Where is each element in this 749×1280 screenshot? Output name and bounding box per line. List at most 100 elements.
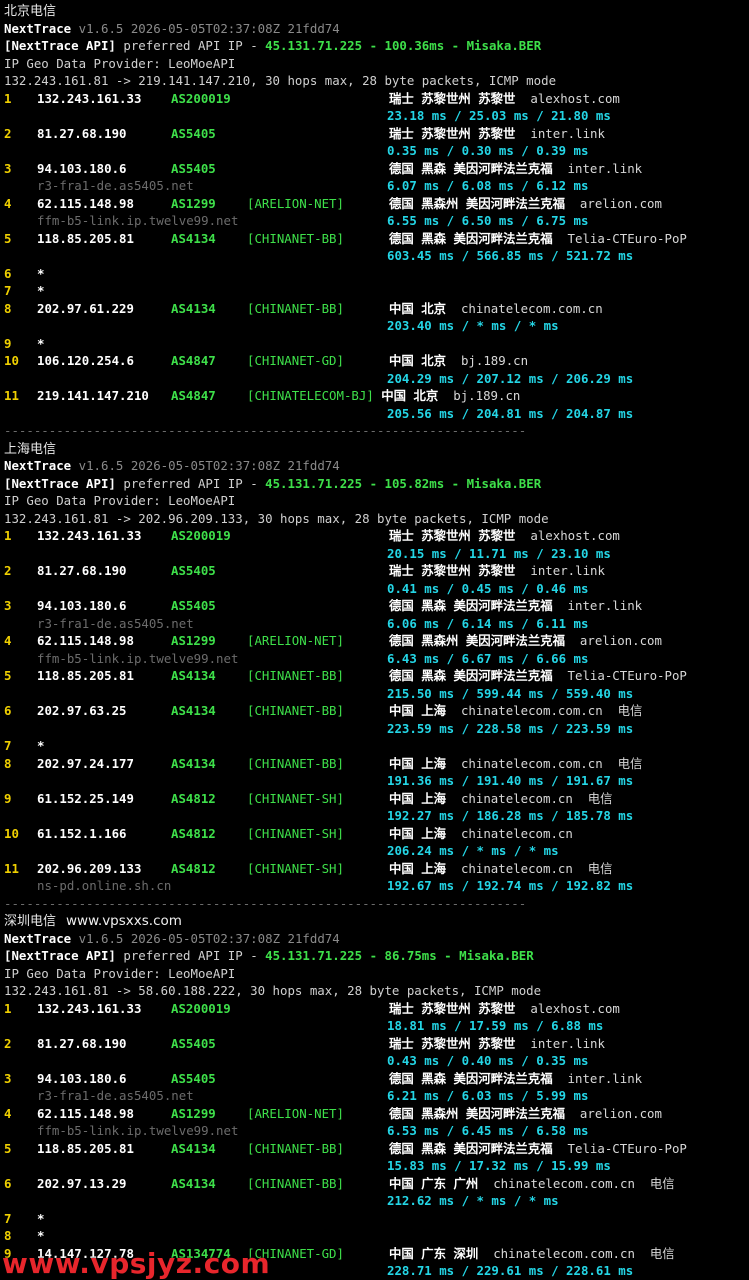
- hop-isp: 电信: [617, 755, 643, 771]
- hop-rtt: 192.67 ms / 192.74 ms / 192.82 ms: [387, 878, 634, 893]
- hop-number: 10: [4, 353, 19, 368]
- hop-detail-row: 215.50 ms / 599.44 ms / 559.40 ms: [4, 685, 749, 703]
- hop-row: 4 62.115.148.98 AS1299 [ARELION-NET] 德国 黑森州 …: [4, 195, 749, 213]
- api-separator: -: [436, 948, 460, 963]
- hop-row: 1 132.243.161.33 AS200019 瑞士 苏黎世州 苏黎世 alexh…: [4, 90, 749, 108]
- site-tag: www.vpsxxs.com: [66, 913, 182, 929]
- api-ip: 45.131.71.225: [265, 475, 363, 491]
- hop-asn: AS4134: [171, 1175, 216, 1191]
- version-info: v1.6.5 2026-05-05T02:37:08Z 21fdd74: [78, 930, 340, 946]
- hop-rtt: 215.50 ms / 599.44 ms / 559.40 ms: [387, 685, 634, 701]
- hop-domain: chinatelecom.cn: [460, 790, 573, 806]
- hop-number: 8: [4, 1228, 12, 1243]
- trace-header-line: 132.243.161.81 -> 219.141.147.210, 30 ho…: [4, 72, 749, 90]
- section-divider: ----------------------------------------…: [4, 423, 527, 438]
- hop-detail-row: 23.18 ms / 25.03 ms / 21.80 ms: [4, 107, 749, 125]
- hop-ip: 62.115.148.98: [37, 195, 134, 211]
- hop-row: 11 219.141.147.210 AS4847 [CHINATELECOM-BJ]…: [4, 387, 749, 405]
- hop-geo: 中国 上海: [389, 860, 447, 876]
- hop-asn: AS4812: [171, 825, 216, 841]
- hop-isp: 电信: [649, 1175, 675, 1191]
- hop-number: 10: [4, 825, 19, 841]
- hop-rtt: 0.43 ms / 0.40 ms / 0.35 ms: [387, 1053, 589, 1068]
- hop-ip: 81.27.68.190: [37, 125, 127, 141]
- hop-number: 8: [4, 755, 12, 771]
- geo-provider: IP Geo Data Provider: LeoMoeAPI: [4, 965, 236, 981]
- hop-ip: 118.85.205.81: [37, 668, 134, 683]
- terminal-output: 北京电信 NextTrace v1.6.5 2026-05-05T02:37:08…: [4, 2, 749, 1280]
- hop-rdns: r3-fra1-de.as5405.net: [37, 615, 194, 631]
- api-separator: -: [362, 948, 385, 963]
- hop-detail-row: 192.27 ms / 186.28 ms / 185.78 ms: [4, 807, 749, 825]
- api-latency: 105.82ms: [384, 475, 445, 491]
- hop-rtt: 191.36 ms / 191.40 ms / 191.67 ms: [387, 773, 634, 788]
- hop-row: 10 106.120.254.6 AS4847 [CHINANET-GD] 中国 北京 …: [4, 352, 749, 370]
- hop-asn: AS5405: [171, 598, 216, 613]
- hop-domain: chinatelecom.com.cn: [493, 1245, 635, 1261]
- hop-number: 8: [4, 300, 12, 316]
- hop-domain: chinatelecom.cn: [460, 860, 573, 876]
- hop-geo: 德国 黑森 美因河畔法兰克福: [389, 1140, 553, 1156]
- hop-rtt: 204.29 ms / 207.12 ms / 206.29 ms: [387, 370, 634, 386]
- api-tag: [NextTrace API]: [4, 38, 116, 53]
- hop-domain: arelion.com: [579, 1105, 662, 1121]
- trace-header-line: 132.243.161.81 -> 58.60.188.222, 30 hops…: [4, 982, 749, 1000]
- hop-detail-row: 223.59 ms / 228.58 ms / 223.59 ms: [4, 720, 749, 738]
- hop-number: 1: [4, 1000, 12, 1016]
- hop-row: 5 118.85.205.81 AS4134 [CHINANET-BB] 德国 黑森 美…: [4, 667, 749, 685]
- hop-network: [CHINANET-SH]: [247, 860, 344, 876]
- hop-row: 2 81.27.68.190 AS5405 瑞士 苏黎世州 苏黎世 inter.lin…: [4, 1035, 749, 1053]
- hop-row: 7 *: [4, 1210, 749, 1228]
- hop-number: 3: [4, 160, 12, 176]
- hop-asn: AS200019: [171, 90, 231, 106]
- hop-rdns-slot: ns-pd.online.sh.cn: [4, 877, 387, 895]
- hop-domain: chinatelecom.com.cn: [493, 1175, 635, 1191]
- hop-asn: AS5405: [171, 160, 216, 176]
- hop-timeout: *: [37, 1210, 45, 1226]
- hop-number: 1: [4, 90, 12, 106]
- hop-domain: Telia-CTEuro-PoP: [567, 668, 687, 683]
- hop-rtt: 23.18 ms / 25.03 ms / 21.80 ms: [387, 108, 611, 123]
- hop-asn: AS200019: [171, 1000, 231, 1016]
- hop-timeout: *: [37, 283, 45, 298]
- hop-domain: chinatelecom.com.cn: [460, 755, 603, 771]
- trace-header: 132.243.161.81 -> 202.96.209.133, 30 hop…: [4, 510, 549, 526]
- nexttrace-version-line: NextTrace v1.6.5 2026-05-05T02:37:08Z 21…: [4, 930, 749, 948]
- hop-rdns: r3-fra1-de.as5405.net: [37, 178, 194, 193]
- hop-ip: 61.152.1.166: [37, 825, 127, 841]
- hop-domain: Telia-CTEuro-PoP: [567, 1140, 687, 1156]
- hop-detail-row: 15.83 ms / 17.32 ms / 15.99 ms: [4, 1157, 749, 1175]
- hop-number: 7: [4, 283, 12, 298]
- hop-detail-row: r3-fra1-de.as5405.net 6.21 ms / 6.03 ms /…: [4, 1087, 749, 1105]
- hop-domain: alexhost.com: [530, 1000, 620, 1016]
- hop-domain: chinatelecom.com.cn: [460, 703, 603, 718]
- section-title-line: 深圳电信 www.vpsxxs.com: [4, 912, 749, 930]
- hop-number: 11: [4, 388, 19, 403]
- trace-header: 132.243.161.81 -> 58.60.188.222, 30 hops…: [4, 983, 542, 998]
- hop-detail-row: 212.62 ms / * ms / * ms: [4, 1192, 749, 1210]
- hop-number: 5: [4, 668, 12, 683]
- hop-network: [CHINANET-GD]: [247, 353, 344, 368]
- hop-domain: alexhost.com: [530, 528, 620, 543]
- hop-rdns-slot: ffm-b5-link.ip.twelve99.net: [4, 1122, 387, 1140]
- api-separator: -: [362, 38, 385, 53]
- hop-timeout: *: [37, 335, 45, 351]
- hop-number: 1: [4, 528, 12, 543]
- hop-isp: 电信: [649, 1245, 675, 1261]
- hop-rtt: 206.24 ms / * ms / * ms: [387, 843, 559, 858]
- hop-row: 3 94.103.180.6 AS5405 德国 黑森 美因河畔法兰克福 inter.…: [4, 1070, 749, 1088]
- hop-geo: 德国 黑森 美因河畔法兰克福: [389, 230, 553, 246]
- hop-domain: inter.link: [567, 598, 643, 613]
- hop-domain: alexhost.com: [530, 90, 620, 106]
- hop-row: 4 62.115.148.98 AS1299 [ARELION-NET] 德国 黑森州 …: [4, 1105, 749, 1123]
- section-title: 北京电信: [4, 4, 57, 19]
- hop-geo: 中国 北京: [389, 300, 447, 316]
- hop-ip: 94.103.180.6: [37, 598, 127, 613]
- hop-row: 8 202.97.61.229 AS4134 [CHINANET-BB] 中国 北京 c…: [4, 300, 749, 318]
- hop-network: [CHINANET-BB]: [247, 300, 344, 316]
- section-title: 上海电信: [4, 441, 57, 457]
- hop-row: 5 118.85.205.81 AS4134 [CHINANET-BB] 德国 黑森 美…: [4, 230, 749, 248]
- hop-ip: 202.97.13.29: [37, 1175, 127, 1191]
- hop-isp: 电信: [587, 790, 613, 806]
- hop-network: [CHINANET-SH]: [247, 825, 344, 841]
